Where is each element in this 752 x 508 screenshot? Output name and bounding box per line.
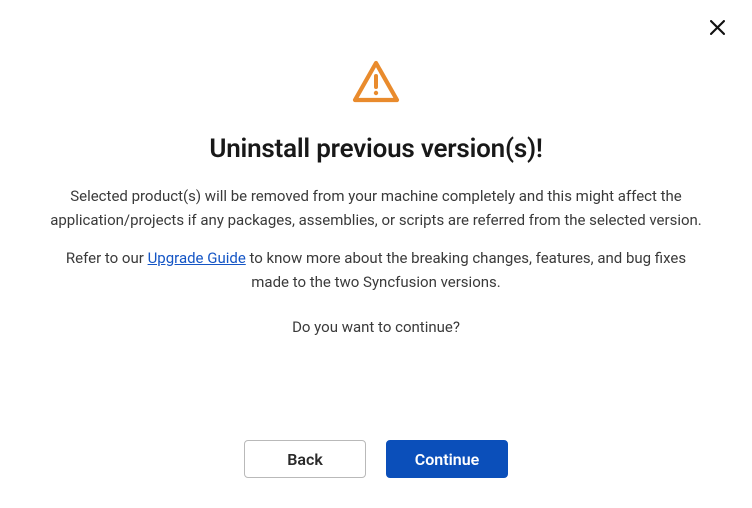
upgrade-guide-link[interactable]: Upgrade Guide [148,249,246,267]
close-icon [710,20,725,35]
warning-icon [352,60,400,108]
dialog-description-2-prefix: Refer to our [66,249,148,267]
confirm-prompt: Do you want to continue? [292,318,460,336]
dialog-description-2: Refer to our Upgrade Guide to know more … [48,246,704,294]
dialog-content: Uninstall previous version(s)! Selected … [0,0,752,336]
back-button[interactable]: Back [244,440,366,478]
button-row: Back Continue [0,440,752,478]
dialog-description-2-suffix: to know more about the breaking changes,… [246,249,686,291]
close-button[interactable] [708,18,726,36]
continue-button[interactable]: Continue [386,440,508,478]
dialog-heading: Uninstall previous version(s)! [209,134,542,164]
dialog-description-1: Selected product(s) will be removed from… [48,184,704,232]
